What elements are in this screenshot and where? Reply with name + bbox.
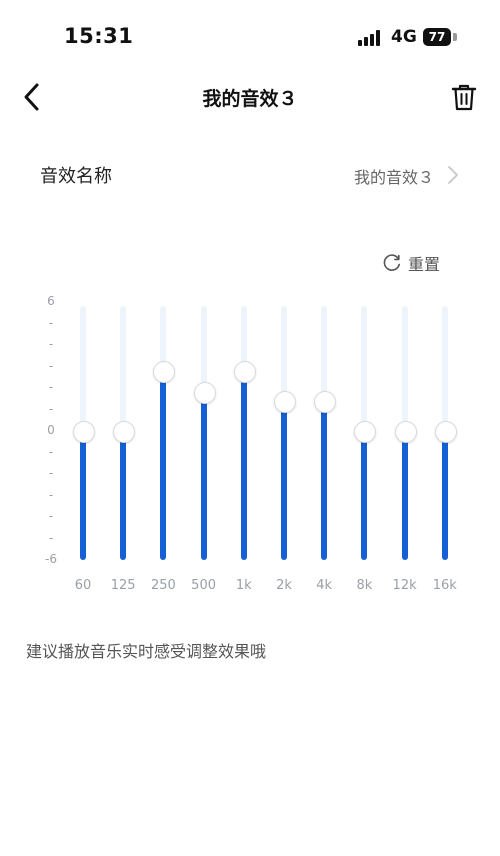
band-frequency-label: 1k [235,578,252,593]
band-frequency-label: 250 [150,578,176,593]
band-level-12k [401,431,408,560]
equalizer-chart: 6 - - - - - 0 - - - - - -6 60 125 250 500 1k 2k 4k 8k 12k 16k [0,290,500,600]
band-knob-500[interactable] [193,382,216,405]
battery-level: 77 [423,28,451,46]
band-level-8k [361,431,368,560]
network-type: 4G [391,27,417,47]
status-bar: 15:31 4G 77 [0,0,500,74]
band-frequency-label: 12k [392,578,417,593]
status-time: 15:31 [64,24,134,48]
reset-label: 重置 [408,255,441,274]
battery-icon: 77 [423,28,457,46]
band-knob-2k[interactable] [274,390,296,413]
hint-text: 建议播放音乐实时感受调整效果哦 [26,642,267,661]
effect-name-value: 我的音效３ [353,168,434,187]
band-frequency-label: 60 [74,578,92,593]
page-title: 我的音效３ [202,88,298,110]
band-knob-4k[interactable] [314,390,337,413]
axis-tick-label: - [48,401,54,416]
band-knob-250[interactable] [153,360,176,383]
axis-tick-label: - [48,444,54,459]
chevron-right-icon [446,164,460,186]
cellular-signal-icon [358,30,384,46]
axis-tick-label: - [48,358,54,373]
band-level-60 [80,431,86,560]
band-frequency-label: 125 [110,578,136,593]
band-frequency-label: 4k [316,578,333,593]
band-frequency-label: 8k [356,578,373,593]
band-frequency-label: 500 [191,578,216,593]
band-knob-8k[interactable] [354,421,377,443]
band-knob-60[interactable] [73,421,95,443]
axis-tick-label: - [48,466,54,480]
axis-tick-label: - [48,530,54,545]
band-knob-1k[interactable] [233,360,256,383]
band-level-250 [160,370,167,560]
band-frequency-label: 16k [432,578,457,593]
band-level-125 [120,431,127,560]
axis-tick-label: - [48,315,54,330]
axis-tick-label: -6 [45,552,57,566]
band-knob-16k[interactable] [434,421,457,443]
band-level-4k [321,400,328,560]
effect-name-label: 音效名称 [40,166,112,187]
band-level-16k [441,431,448,560]
effect-name-row[interactable]: 音效名称 我的音效３ [0,150,500,200]
refresh-icon [383,253,402,272]
band-knob-12k[interactable] [394,421,417,443]
nav-bar: 我的音效３ [0,74,500,122]
band-level-1k [240,370,247,560]
band-level-500 [200,392,207,560]
band-level-2k [281,400,287,560]
axis-tick-label: - [48,337,54,351]
trash-icon[interactable] [450,82,478,112]
axis-tick-label: - [48,380,54,394]
axis-tick-label: - [48,509,54,523]
axis-tick-label: 6 [47,294,55,308]
band-knob-125[interactable] [113,421,136,443]
axis-tick-label: 0 [47,423,55,437]
band-frequency-label: 2k [276,578,292,593]
axis-tick-label: - [48,487,54,502]
